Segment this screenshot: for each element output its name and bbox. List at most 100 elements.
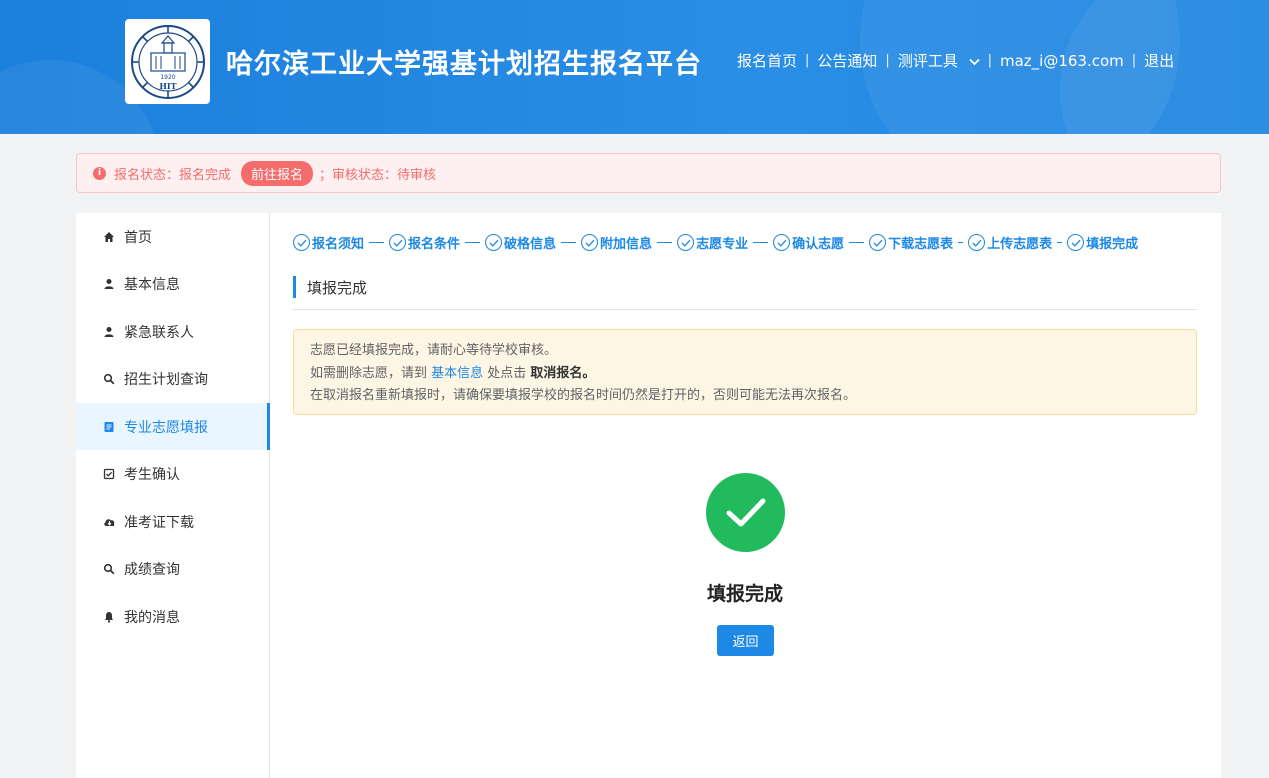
svg-text:HIT: HIT — [159, 81, 176, 91]
nav-separator: | — [885, 53, 890, 68]
step-item: 附加信息 — [581, 233, 652, 252]
step-item: 破格信息 — [485, 233, 556, 252]
nav-separator: | — [987, 53, 992, 68]
sidebar-item-label: 考生确认 — [124, 466, 180, 483]
step-label: 附加信息 — [600, 237, 653, 252]
step-connector — [958, 241, 964, 244]
step-connector — [1057, 241, 1063, 244]
step-item: 志愿专业 — [677, 233, 748, 252]
step-label: 破格信息 — [504, 237, 557, 252]
sidebar-item-basic-info[interactable]: 基本信息 — [76, 260, 270, 307]
nav-logout-link[interactable]: 退出 — [1144, 50, 1174, 71]
sidebar-item-candidate-confirm[interactable]: 考生确认 — [76, 450, 270, 497]
notice-line: 在取消报名重新填报时，请确保要填报学校的报名时间仍然是打开的，否则可能无法再次报… — [310, 388, 857, 403]
notice-line: 如需删除志愿，请到 基本信息 处点击 取消报名。 — [310, 363, 1180, 386]
sidebar-item-messages[interactable]: 我的消息 — [76, 593, 270, 640]
check-circle-icon — [677, 234, 695, 251]
cancel-registration-text: 取消报名。 — [530, 365, 596, 381]
form-icon — [102, 420, 116, 434]
result-title: 填报完成 — [706, 583, 783, 605]
section-title: 填报完成 — [293, 276, 367, 298]
nav-notice-link[interactable]: 公告通知 — [817, 50, 877, 71]
bell-icon — [102, 610, 116, 624]
step-connector — [849, 241, 865, 244]
step-label: 下载志愿表 — [888, 237, 954, 252]
sidebar-item-enrollment-plan[interactable]: 招生计划查询 — [76, 355, 270, 402]
sidebar-item-label: 基本信息 — [124, 276, 180, 293]
step-label: 确认志愿 — [792, 237, 845, 252]
top-navigation: 报名首页 | 公告通知 | 测评工具 | maz_i@163.com | 退出 — [737, 50, 1174, 71]
step-connector — [657, 241, 673, 244]
sidebar-item-major-application[interactable]: 专业志愿填报 — [76, 403, 270, 450]
header: 1920 HIT 哈尔滨工业大学强基计划招生报名平台 报名首页 | 公告通知 |… — [0, 0, 1269, 134]
user-icon — [102, 277, 116, 291]
sidebar-item-emergency-contact[interactable]: 紧急联系人 — [76, 308, 270, 355]
sidebar-item-home[interactable]: 首页 — [76, 213, 270, 260]
sidebar-item-score-query[interactable]: 成绩查询 — [76, 545, 270, 592]
basic-info-link[interactable]: 基本信息 — [431, 366, 483, 381]
search-icon — [102, 372, 116, 386]
step-connector — [753, 241, 769, 244]
nav-home-link[interactable]: 报名首页 — [737, 50, 797, 71]
completion-notice: 志愿已经填报完成，请耐心等待学校审核。 如需删除志愿，请到 基本信息 处点击 取… — [293, 329, 1197, 415]
success-check-icon — [706, 473, 785, 552]
step-label: 填报完成 — [1086, 237, 1139, 252]
nav-separator: | — [1131, 53, 1137, 68]
chevron-down-icon — [968, 58, 980, 66]
goto-registration-button[interactable]: 前往报名 — [241, 160, 314, 186]
sidebar-item-admission-ticket[interactable]: 准考证下载 — [76, 498, 270, 545]
sidebar-item-label: 招生计划查询 — [124, 371, 208, 388]
nav-tools-label: 测评工具 — [897, 52, 958, 70]
check-circle-icon — [293, 234, 310, 251]
search-icon — [102, 562, 116, 576]
check-circle-icon — [1067, 234, 1085, 251]
sidebar-item-label: 准考证下载 — [124, 514, 194, 531]
step-connector — [465, 241, 481, 244]
university-logo[interactable]: 1920 HIT — [125, 19, 210, 104]
notice-line: 志愿已经填报完成，请耐心等待学校审核。 — [310, 343, 558, 358]
step-item: 填报完成 — [1067, 233, 1138, 252]
nav-separator: | — [805, 53, 810, 68]
notice-text: 如需删除志愿，请到 — [310, 365, 432, 381]
check-circle-icon — [389, 234, 407, 251]
svg-text:1920: 1920 — [160, 74, 175, 81]
step-label: 报名须知 — [312, 237, 365, 252]
main-panel: 首页 基本信息 紧急联系人 招生计划查询 专业志愿填报 考生确认 准考证下载 成… — [76, 213, 1221, 778]
sidebar: 首页 基本信息 紧急联系人 招生计划查询 专业志愿填报 考生确认 准考证下载 成… — [76, 213, 270, 778]
sidebar-item-label: 紧急联系人 — [124, 324, 194, 341]
checkbox-icon — [102, 467, 116, 481]
step-connector — [369, 241, 385, 244]
notice-text: 处点击 — [483, 365, 531, 381]
progress-steps: 报名须知 报名条件 破格信息 附加信息 志愿专业 确认志愿 下载志愿表 上传志愿… — [293, 233, 1138, 252]
step-item: 下载志愿表 — [869, 233, 953, 252]
sidebar-item-label: 成绩查询 — [124, 561, 180, 578]
site-title: 哈尔滨工业大学强基计划招生报名平台 — [226, 49, 702, 80]
back-button[interactable]: 返回 — [717, 625, 774, 656]
check-circle-icon — [869, 234, 887, 251]
home-icon — [102, 230, 116, 244]
cloud-download-icon — [102, 515, 116, 529]
step-connector — [561, 241, 577, 244]
step-item: 确认志愿 — [773, 233, 844, 252]
section-divider — [293, 309, 1197, 310]
step-item: 上传志愿表 — [968, 233, 1052, 252]
info-icon: i — [93, 166, 106, 180]
sidebar-item-label: 我的消息 — [124, 609, 180, 626]
review-status-text: ；审核状态：待审核 — [319, 167, 437, 183]
step-item: 报名条件 — [389, 233, 460, 252]
check-circle-icon — [581, 234, 599, 251]
step-label: 报名条件 — [408, 237, 461, 252]
hit-emblem-icon: 1920 HIT — [130, 24, 205, 99]
sidebar-item-label: 专业志愿填报 — [124, 419, 208, 436]
check-circle-icon — [485, 234, 503, 251]
user-icon — [102, 325, 116, 339]
check-circle-icon — [773, 234, 791, 251]
step-label: 上传志愿表 — [987, 237, 1053, 252]
step-item: 报名须知 — [293, 233, 364, 252]
check-circle-icon — [968, 234, 986, 251]
nav-user-account[interactable]: maz_i@163.com — [1000, 52, 1124, 70]
registration-status-alert: i 报名状态：报名完成 前往报名 ；审核状态：待审核 — [76, 153, 1221, 193]
nav-tools-dropdown[interactable]: 测评工具 — [898, 50, 980, 71]
step-label: 志愿专业 — [696, 237, 749, 252]
registration-status-text: 报名状态：报名完成 — [114, 167, 232, 183]
